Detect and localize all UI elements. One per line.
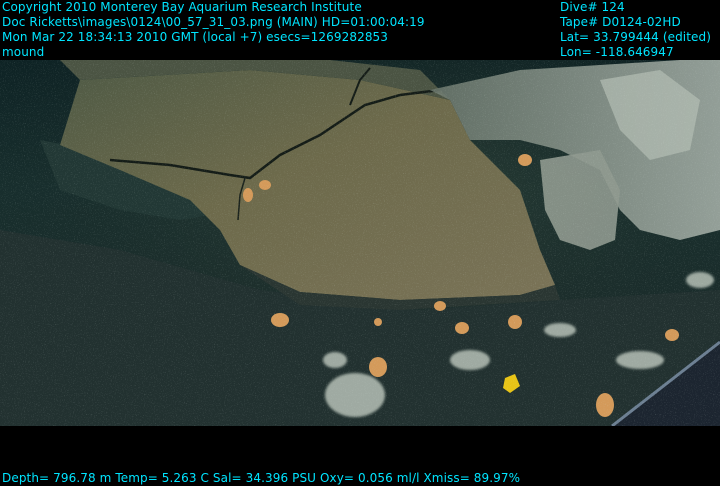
tape-number-text: Tape# D0124-02HD — [560, 15, 681, 29]
sensor-readout: Depth= 796.78 m Temp= 5.263 C Sal= 34.39… — [2, 471, 521, 485]
longitude-text: Lon= -118.646947 — [560, 45, 674, 59]
annotation-text: mound — [2, 45, 45, 59]
timestamp-text: Mon Mar 22 18:34:13 2010 GMT (local +7) … — [2, 30, 389, 44]
image-path-text: Doc Ricketts\images\0124\00_57_31_03.png… — [2, 15, 425, 29]
seafloor-image — [0, 60, 720, 426]
header-info-right: Dive# 124 Tape# D0124-02HD Lat= 33.79944… — [560, 0, 711, 60]
dive-number-text: Dive# 124 — [560, 0, 625, 14]
copyright-text: Copyright 2010 Monterey Bay Aquarium Res… — [2, 0, 362, 14]
header-info-left: Copyright 2010 Monterey Bay Aquarium Res… — [2, 0, 425, 60]
video-frame: Copyright 2010 Monterey Bay Aquarium Res… — [0, 0, 720, 486]
latitude-text: Lat= 33.799444 (edited) — [560, 30, 712, 44]
